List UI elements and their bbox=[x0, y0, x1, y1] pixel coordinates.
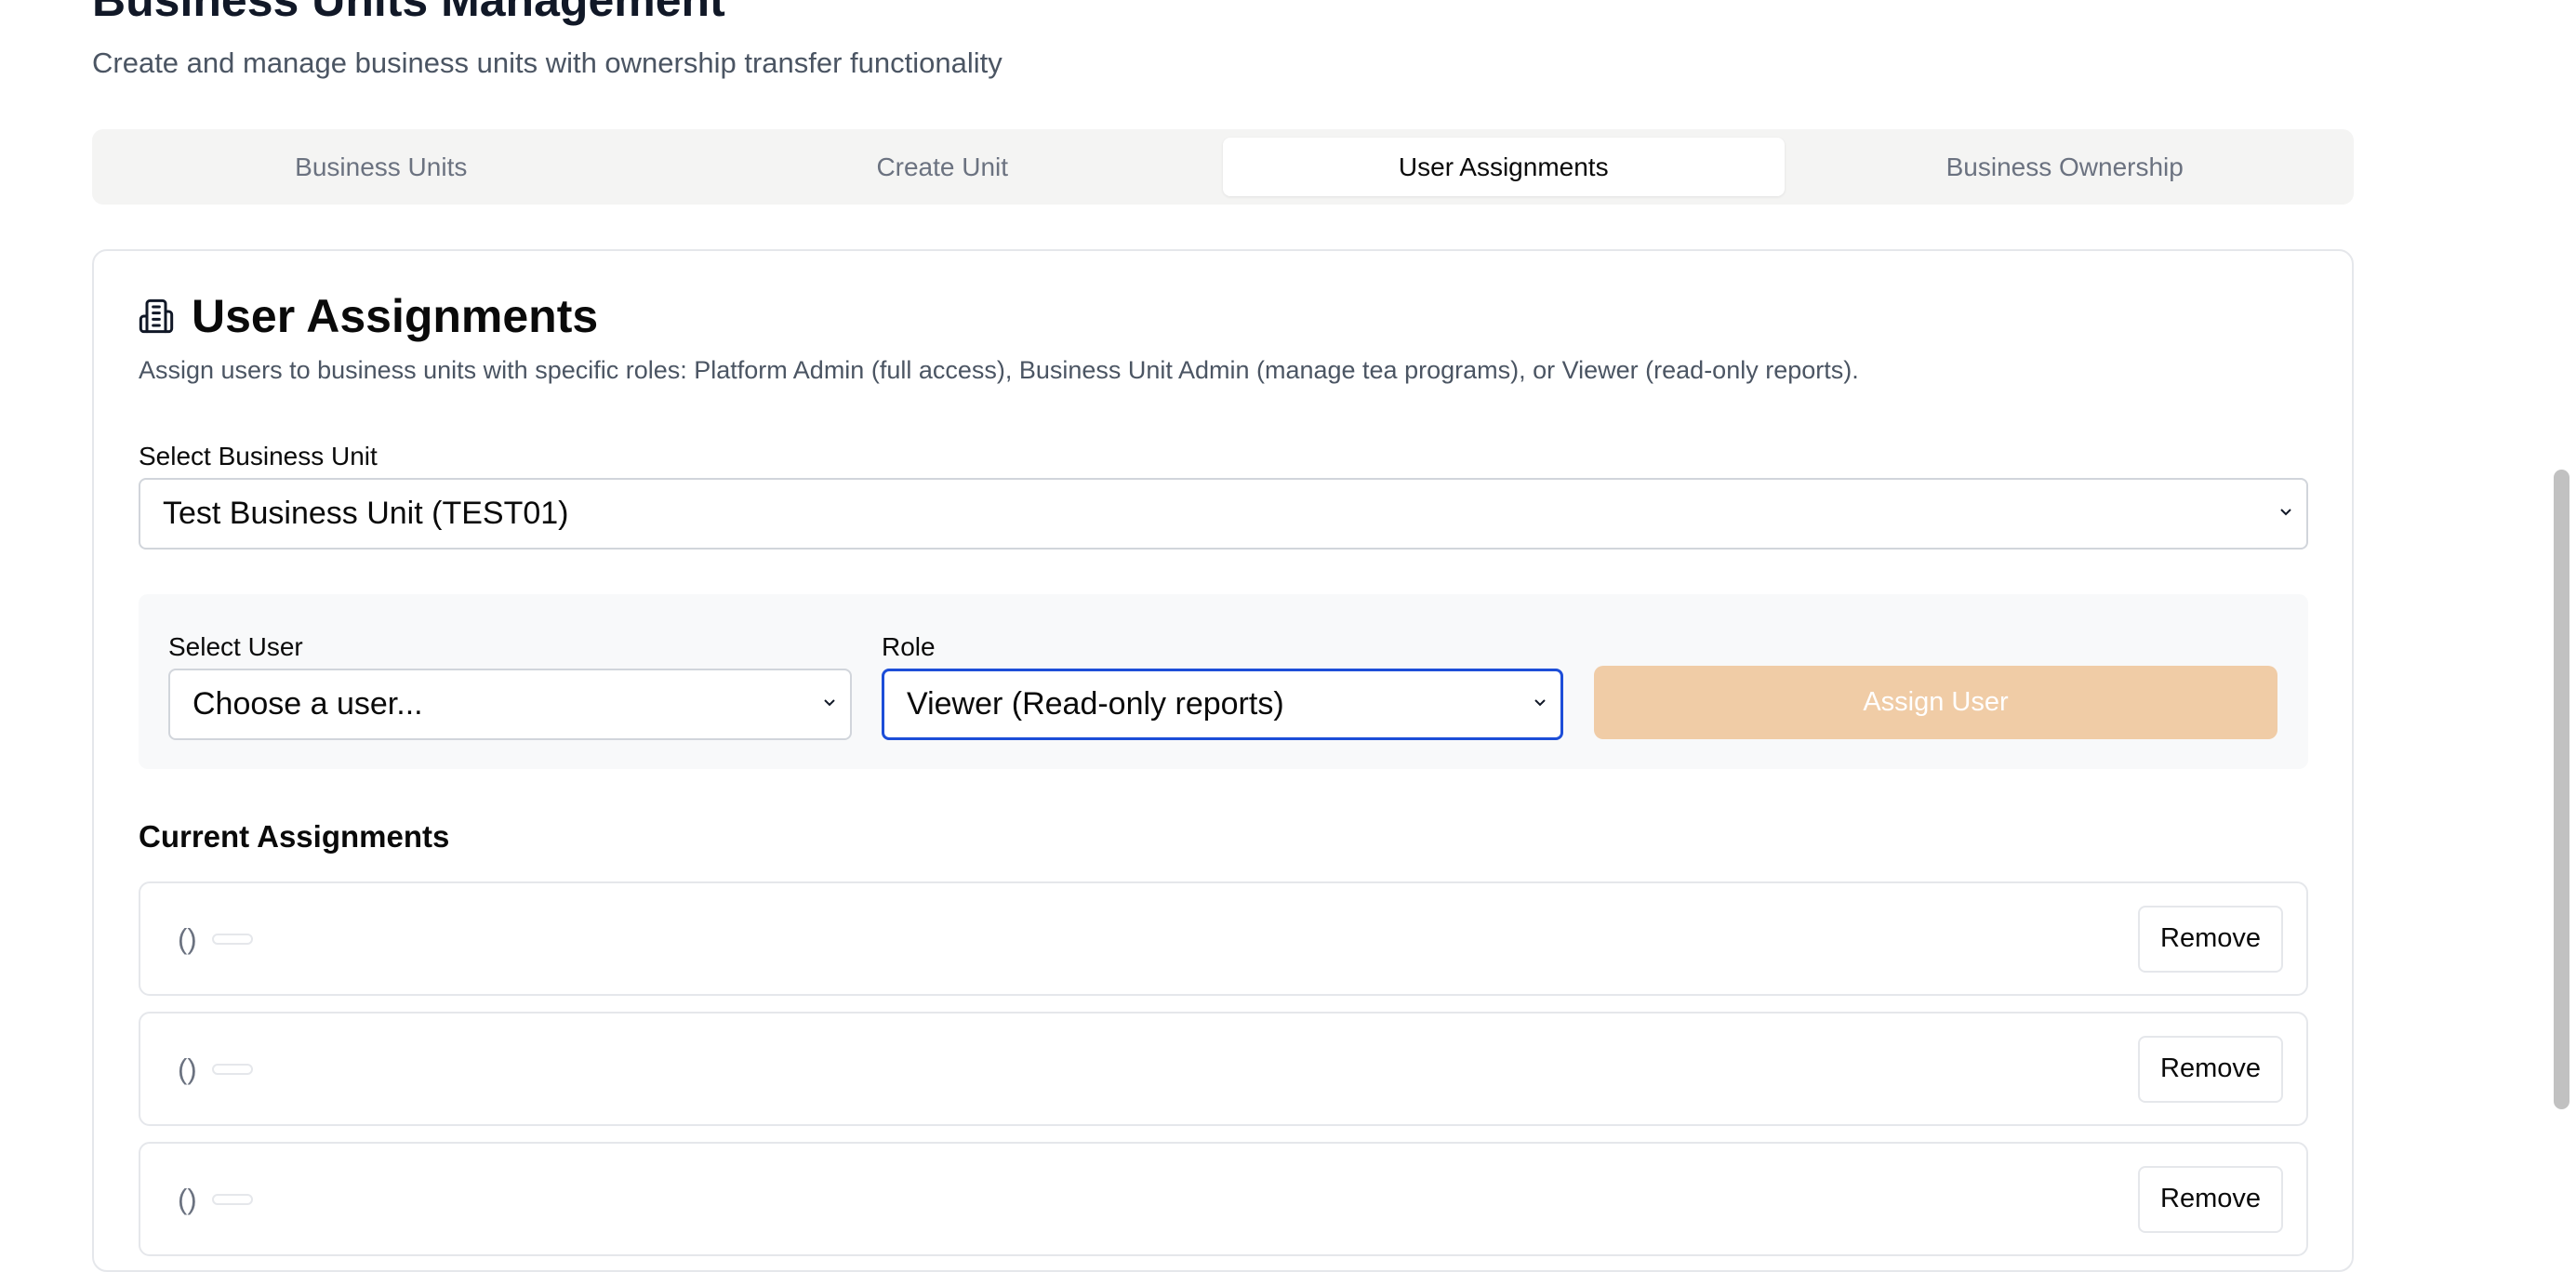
user-select-value: Choose a user... bbox=[193, 686, 423, 722]
business-unit-select[interactable]: Test Business Unit (TEST01) bbox=[139, 478, 2308, 550]
role-badge bbox=[212, 933, 253, 945]
business-unit-select-value: Test Business Unit (TEST01) bbox=[163, 496, 569, 531]
tab-create-unit[interactable]: Create Unit bbox=[662, 138, 1224, 196]
remove-button[interactable]: Remove bbox=[2138, 1035, 2283, 1103]
building-icon bbox=[138, 298, 175, 335]
assign-user-button[interactable]: Assign User bbox=[1594, 666, 2277, 739]
tab-bar: Business Units Create Unit User Assignme… bbox=[92, 129, 2354, 205]
tab-business-units[interactable]: Business Units bbox=[100, 138, 662, 196]
user-select-label: Select User bbox=[168, 632, 303, 661]
current-assignments-title: Current Assignments bbox=[139, 819, 450, 854]
user-select[interactable]: Choose a user... bbox=[168, 669, 852, 740]
scrollbar-thumb[interactable] bbox=[2554, 470, 2569, 1109]
assignment-user-text: () bbox=[178, 1182, 197, 1215]
card-header: User Assignments bbox=[138, 288, 598, 344]
role-badge bbox=[212, 1193, 253, 1205]
card-description: Assign users to business units with spec… bbox=[139, 356, 1859, 384]
remove-button[interactable]: Remove bbox=[2138, 905, 2283, 973]
chevron-down-icon bbox=[2280, 508, 2291, 515]
assignment-user-text: () bbox=[178, 1052, 197, 1085]
chevron-down-icon bbox=[824, 698, 835, 706]
assignment-row: () Remove bbox=[139, 1142, 2308, 1256]
tab-user-assignments[interactable]: User Assignments bbox=[1223, 138, 1785, 196]
tab-business-ownership[interactable]: Business Ownership bbox=[1785, 138, 2346, 196]
role-select[interactable]: Viewer (Read-only reports) bbox=[882, 669, 1563, 740]
page-title: Business Units Management bbox=[92, 0, 725, 26]
card-title: User Assignments bbox=[192, 290, 599, 342]
page-subtitle: Create and manage business units with ow… bbox=[92, 46, 1003, 79]
assignment-row: () Remove bbox=[139, 881, 2308, 996]
business-unit-label: Select Business Unit bbox=[139, 442, 378, 470]
role-select-label: Role bbox=[882, 632, 936, 661]
remove-button[interactable]: Remove bbox=[2138, 1165, 2283, 1233]
chevron-down-icon bbox=[1534, 698, 1546, 706]
role-select-value: Viewer (Read-only reports) bbox=[907, 686, 1284, 722]
assignment-user-text: () bbox=[178, 921, 197, 955]
assignment-row: () Remove bbox=[139, 1012, 2308, 1126]
role-badge bbox=[212, 1063, 253, 1075]
